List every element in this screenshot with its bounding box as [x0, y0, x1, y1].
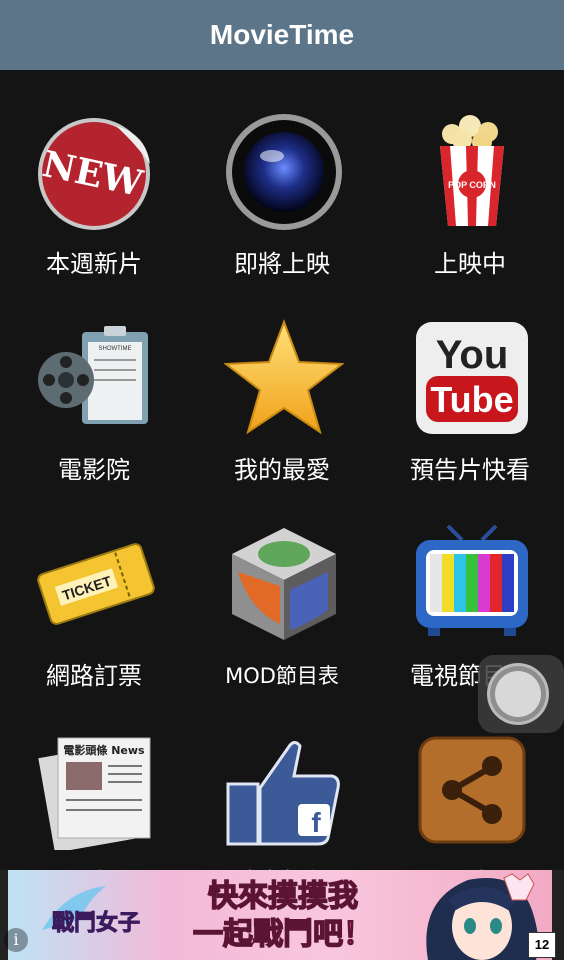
clipboard-text: SHOWTIME — [99, 346, 132, 352]
camera-lens-icon — [226, 114, 342, 230]
popcorn-text: POP CORN — [448, 180, 496, 190]
menu-item-tickets[interactable]: TICKET 網路訂票 — [0, 482, 188, 690]
app-header: MovieTime — [0, 0, 564, 70]
menu-item-coming-soon[interactable]: 即將上映 — [188, 70, 376, 278]
ad-headline: 快來摸摸我 一起戰鬥吧！ — [158, 878, 408, 954]
menu-item-mod-schedule[interactable]: MOD節目表 — [188, 482, 376, 688]
menu-item-new-releases[interactable]: NEW 本週新片 — [0, 70, 188, 278]
game-logo-text: 戰鬥女子 — [52, 910, 140, 936]
ad-headline-line1: 快來摸摸我 — [207, 878, 359, 915]
youtube-tube-text: Tube — [430, 379, 513, 420]
menu-label: 電影院 — [58, 456, 130, 484]
menu-item-trailers[interactable]: You Tube 預告片快看 — [376, 276, 564, 484]
menu-label: 我的最愛 — [234, 456, 330, 484]
film-reel-clipboard-icon: SHOWTIME — [38, 326, 148, 424]
banner-ad[interactable]: 戰鬥女子 快來摸摸我 一起戰鬥吧！ 12 i — [0, 870, 564, 960]
mod-cube-icon — [232, 528, 336, 640]
menu-label: MOD節目表 — [225, 664, 339, 688]
game-logo: 戰鬥女子 — [42, 886, 141, 937]
ad-creative[interactable]: 戰鬥女子 快來摸摸我 一起戰鬥吧！ 12 — [8, 870, 556, 960]
menu-label: 分享 — [376, 862, 564, 870]
menu-item-facebook-fans[interactable]: f 臉書粉絲 — [188, 688, 376, 870]
menu-label: 臉書粉絲 — [188, 862, 376, 870]
menu-label: 網路訂票 — [46, 662, 142, 690]
menu-label: 預告片快看 — [410, 456, 530, 484]
newspaper-text: 電影頭條 News — [63, 743, 145, 757]
age-rating-badge: 12 — [528, 932, 556, 958]
assistive-touch-button[interactable] — [478, 655, 564, 733]
menu-item-now-showing[interactable]: POP CORN 上映中 — [376, 70, 564, 278]
share-icon — [418, 736, 526, 844]
menu-label: 本週新片 — [46, 250, 142, 278]
app-title: MovieTime — [209, 19, 355, 50]
ad-info-icon[interactable]: i — [4, 928, 28, 952]
newspaper-icon: 電影頭條 News — [38, 737, 151, 850]
youtube-icon: You Tube — [416, 322, 528, 434]
menu-label: 即將上映 — [234, 250, 330, 278]
menu-item-cinemas[interactable]: SHOWTIME 電影院 — [0, 276, 188, 484]
menu-grid: NEW 本週新片 即將上映 POP CORN 上映中 SHOWTIME 電影院 … — [0, 70, 564, 870]
menu-item-favorites[interactable]: 我的最愛 — [188, 276, 376, 484]
menu-label: 電影新聞 — [0, 862, 188, 870]
facebook-like-icon: f — [226, 741, 340, 846]
assistive-touch-knob — [490, 666, 546, 722]
youtube-you-text: You — [436, 333, 509, 377]
new-badge-icon: NEW — [38, 118, 150, 230]
tv-icon — [416, 524, 528, 636]
facebook-f-text: f — [311, 807, 321, 838]
menu-item-movie-news[interactable]: 電影頭條 News 電影新聞 — [0, 688, 188, 870]
popcorn-icon: POP CORN — [440, 115, 504, 226]
star-icon — [224, 319, 344, 435]
ad-headline-line2: 一起戰鬥吧！ — [192, 916, 374, 953]
ticket-icon: TICKET — [37, 543, 155, 625]
menu-item-tv-schedule[interactable]: 電視節目表 — [376, 482, 564, 690]
menu-label: 上映中 — [434, 250, 506, 278]
